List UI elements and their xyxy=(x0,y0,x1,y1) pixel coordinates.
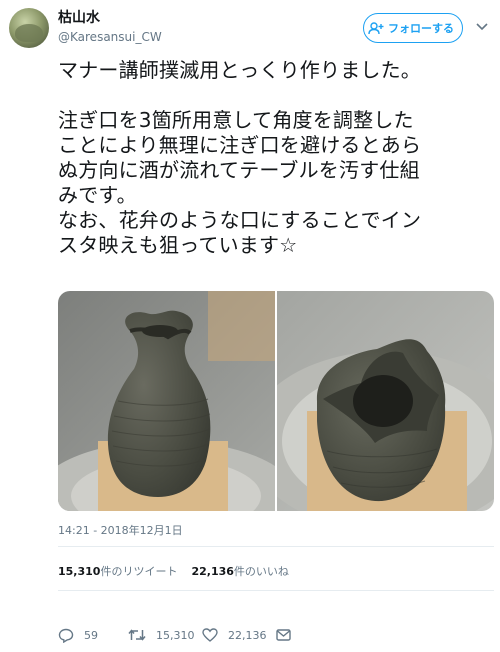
tweet-header: 枯山水 @Karesansui_CW フォローする xyxy=(0,0,500,56)
tweet-stats: 15,310件のリツイート 22,136件のいいね xyxy=(58,563,289,579)
photo-vase-side[interactable] xyxy=(58,291,275,511)
tweet-text: マナー講師撲滅用とっくり作りました。 注ぎ口を3箇所用意して角度を調整した こと… xyxy=(58,58,490,258)
retweet-button[interactable]: 15,310 xyxy=(128,628,202,642)
media-gallery xyxy=(58,291,494,511)
user-handle[interactable]: @Karesansui_CW xyxy=(58,29,162,45)
reply-icon xyxy=(58,628,74,643)
tweet-line: ぬ方向に酒が流れてテーブルを汚す仕組 xyxy=(58,158,420,182)
direct-message-button[interactable] xyxy=(276,629,291,641)
divider xyxy=(58,546,494,547)
envelope-icon xyxy=(276,629,291,641)
follow-label: フォローする xyxy=(388,22,454,35)
reply-count: 59 xyxy=(84,628,98,642)
retweet-stat-label: 件のリツイート xyxy=(100,565,178,578)
reply-button[interactable]: 59 xyxy=(58,628,128,643)
retweet-icon xyxy=(128,629,146,641)
like-stat-count: 22,136 xyxy=(191,565,234,578)
follow-button[interactable]: フォローする xyxy=(363,13,463,43)
more-menu-button[interactable] xyxy=(474,19,490,35)
tweet-line: ことにより無理に注ぎ口を避けるとあら xyxy=(58,133,422,157)
retweet-stat-count: 15,310 xyxy=(58,565,101,578)
tweet-line: スタ映えも狙っています☆ xyxy=(58,233,298,257)
photo-vase-top[interactable] xyxy=(277,291,494,511)
divider xyxy=(58,590,494,591)
retweet-stat[interactable]: 15,310件のリツイート xyxy=(58,563,177,579)
like-button[interactable]: 22,136 xyxy=(202,628,276,642)
tweet-line: なお、花弁のような口にすることでイン xyxy=(58,208,422,232)
heart-icon xyxy=(202,628,218,642)
chevron-down-icon xyxy=(476,23,488,31)
tweet-line: みです。 xyxy=(58,183,137,207)
add-user-icon xyxy=(368,21,384,34)
tweet-timestamp[interactable]: 14:21 - 2018年12月1日 xyxy=(58,522,183,538)
like-stat-label: 件のいいね xyxy=(233,565,289,578)
tweet-line: 注ぎ口を3箇所用意して角度を調整した xyxy=(58,108,414,132)
action-bar: 59 15,310 22,136 xyxy=(58,626,291,644)
tweet-line: マナー講師撲滅用とっくり作りました。 xyxy=(58,58,421,82)
avatar[interactable] xyxy=(9,8,49,48)
like-count: 22,136 xyxy=(228,628,267,642)
like-stat[interactable]: 22,136件のいいね xyxy=(191,563,288,579)
display-name[interactable]: 枯山水 xyxy=(58,9,100,27)
retweet-count: 15,310 xyxy=(156,628,195,642)
